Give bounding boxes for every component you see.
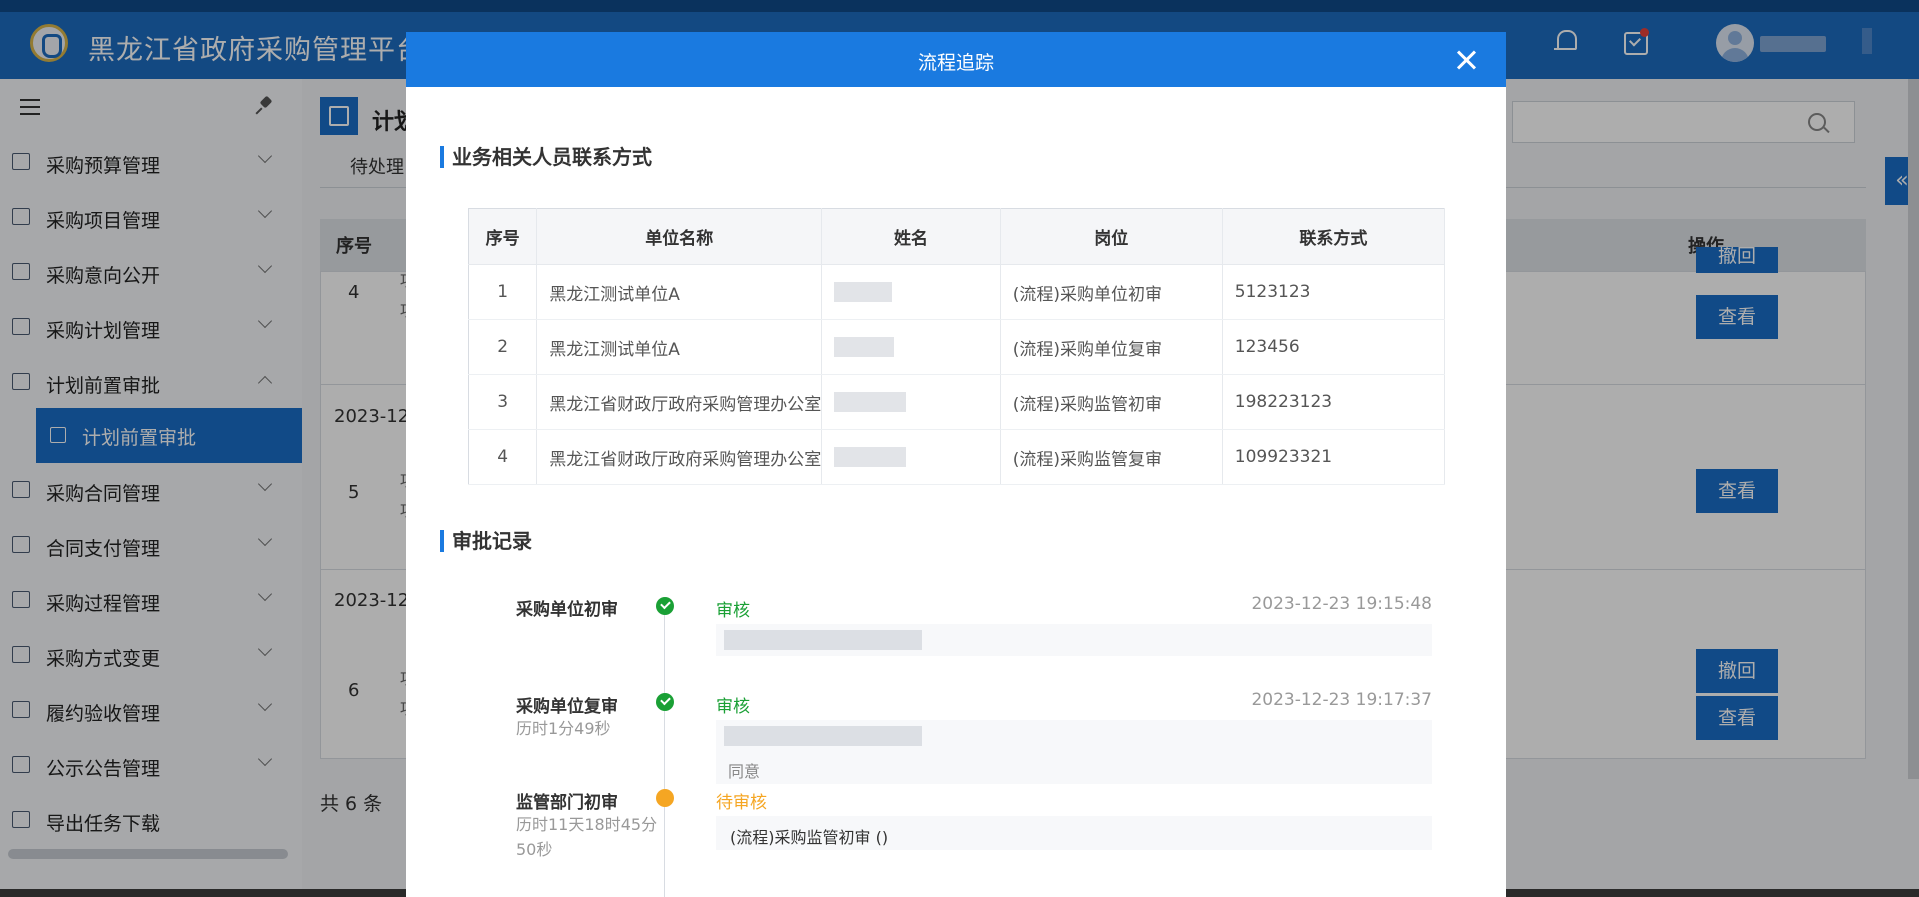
dialog-header: 流程追踪 (406, 32, 1506, 87)
cell-seq: 2 (468, 319, 538, 375)
record-note: 同意 (728, 762, 761, 781)
cell-name (821, 264, 1001, 320)
record-stage: 采购单位复审 (516, 697, 618, 717)
name-redacted (834, 447, 907, 467)
table-row: 4 黑龙江省财政厅政府采购管理办公室 (流程)采购监管复审 109923321 (468, 429, 1446, 485)
process-tracking-dialog: 流程追踪 业务相关人员联系方式 序号 单位名称 姓名 岗位 联系方式 1 黑龙江… (406, 32, 1506, 897)
record-comment-box (716, 624, 1432, 656)
close-icon[interactable] (1454, 48, 1478, 72)
record-comment-box: 同意 (716, 720, 1432, 784)
column-header: 姓名 (821, 208, 1001, 265)
column-header: 单位名称 (536, 208, 823, 265)
table-row: 2 黑龙江测试单位A (流程)采购单位复审 123456 (468, 319, 1446, 375)
cell-unit: 黑龙江省财政厅政府采购管理办公室 (536, 429, 823, 485)
record-status: 审核 (716, 601, 750, 621)
cell-role: (流程)采购监管初审 (1000, 374, 1223, 430)
cell-name (821, 374, 1001, 430)
record-comment-box: (流程)采购监管初审 () (716, 816, 1432, 850)
cell-role: (流程)采购单位复审 (1000, 319, 1223, 375)
table-row: 1 黑龙江测试单位A (流程)采购单位初审 5123123 (468, 264, 1446, 320)
records-section-title: 审批记录 (440, 530, 532, 552)
column-header: 岗位 (1000, 208, 1223, 265)
record-assignee: (流程)采购监管初审 () (730, 828, 889, 847)
cell-role: (流程)采购单位初审 (1000, 264, 1223, 320)
cell-phone: 5123123 (1222, 264, 1446, 320)
contacts-table: 序号 单位名称 姓名 岗位 联系方式 1 黑龙江测试单位A (流程)采购单位初审… (468, 208, 1446, 485)
cell-phone: 109923321 (1222, 429, 1446, 485)
comment-redacted (724, 726, 922, 746)
record-status: 审核 (716, 697, 750, 717)
record-duration: 历时1分49秒 (516, 719, 611, 738)
cell-seq: 4 (468, 429, 538, 485)
cell-role: (流程)采购监管复审 (1000, 429, 1223, 485)
pending-circle-icon (656, 789, 674, 807)
check-circle-icon (656, 597, 674, 615)
column-header: 序号 (468, 208, 538, 265)
cell-unit: 黑龙江测试单位A (536, 319, 823, 375)
cell-unit: 黑龙江测试单位A (536, 264, 823, 320)
comment-redacted (724, 630, 922, 650)
contacts-section-title: 业务相关人员联系方式 (440, 146, 652, 168)
cell-phone: 198223123 (1222, 374, 1446, 430)
name-redacted (834, 282, 893, 302)
record-stage: 监管部门初审 (516, 793, 618, 813)
column-header: 联系方式 (1222, 208, 1446, 265)
name-redacted (834, 392, 907, 412)
table-header-row: 序号 单位名称 姓名 岗位 联系方式 (468, 208, 1446, 265)
dialog-title: 流程追踪 (917, 52, 994, 74)
record-time: 2023-12-23 19:17:37 (1251, 690, 1432, 710)
record-stage: 采购单位初审 (516, 600, 618, 620)
cell-phone: 123456 (1222, 319, 1446, 375)
name-redacted (834, 337, 895, 357)
cell-seq: 1 (468, 264, 538, 320)
check-circle-icon (656, 693, 674, 711)
record-status: 待审核 (716, 793, 767, 813)
record-time: 2023-12-23 19:15:48 (1251, 594, 1432, 614)
cell-seq: 3 (468, 374, 538, 430)
cell-name (821, 429, 1001, 485)
cell-name (821, 319, 1001, 375)
cell-unit: 黑龙江省财政厅政府采购管理办公室 (536, 374, 823, 430)
record-duration: 历时11天18时45分50秒 (516, 815, 658, 859)
table-row: 3 黑龙江省财政厅政府采购管理办公室 (流程)采购监管初审 198223123 (468, 374, 1446, 430)
